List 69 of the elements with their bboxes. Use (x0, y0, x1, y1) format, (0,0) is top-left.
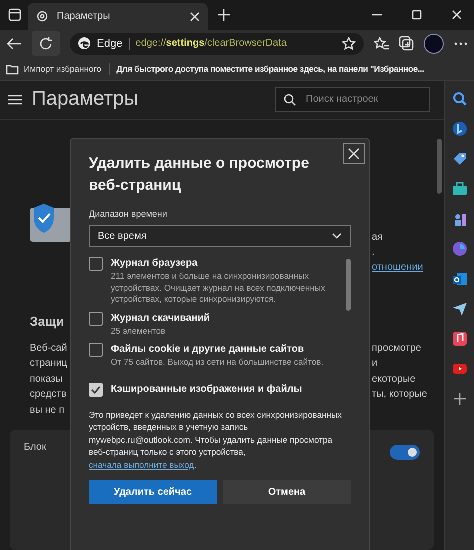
clear-now-button[interactable]: Удалить сейчас (89, 480, 217, 504)
body-text: средств (30, 388, 67, 402)
body-text: . (372, 246, 376, 260)
close-icon[interactable] (190, 12, 200, 22)
dialog-title: Удалить данные о просмотре веб-страниц (89, 154, 310, 196)
item-description: 25 элементов (111, 326, 167, 338)
refresh-button[interactable] (32, 31, 60, 56)
body-text: ты, которые (372, 388, 428, 402)
refresh-icon (39, 36, 53, 50)
profile-avatar[interactable] (424, 34, 444, 54)
toggle-switch[interactable] (390, 445, 420, 460)
mail-icon[interactable] (452, 271, 468, 287)
tag-icon[interactable] (452, 151, 468, 167)
browser-tab[interactable]: Параметры (28, 3, 208, 30)
favorites-icon[interactable] (374, 36, 389, 50)
close-button[interactable] (343, 143, 365, 164)
scrollbar[interactable] (346, 259, 351, 311)
body-text: вы не п (30, 404, 65, 418)
search-icon (284, 94, 296, 106)
checkbox-label: Кэшированные изображения и файлы (111, 382, 302, 397)
import-favorites-link[interactable]: Импорт избранного (24, 64, 102, 74)
favorites-hint: Для быстрого доступа поместите избранное здесь, на панели "Избранное... (116, 64, 424, 74)
body-text: показы (30, 372, 63, 387)
checkbox[interactable] (89, 312, 103, 326)
check-icon (91, 386, 101, 394)
field-label: Диапазон времени (89, 209, 168, 219)
collections-icon[interactable] (399, 36, 414, 51)
address-bar[interactable]: Edge edge://settings/clearBrowserData (70, 32, 364, 54)
chevron-down-icon (332, 233, 342, 239)
checkbox-label: Журнал браузера (111, 257, 199, 271)
add-favorite-icon[interactable] (342, 36, 356, 50)
checkbox-label: Файлы cookie и другие данные сайтов (111, 343, 306, 358)
checkbox[interactable] (89, 343, 103, 358)
time-range-dropdown[interactable]: Все время (89, 225, 351, 247)
more-icon[interactable] (454, 42, 468, 46)
item-description: 211 элементов и больше на синхронизированных устройствах. Очищает журнал на всех подключенных устройствах, которые синхронизируются. (111, 271, 326, 306)
privacy-link[interactable]: отношении (372, 260, 434, 275)
cancel-button[interactable]: Отмена (223, 480, 351, 504)
url-text: edge://settings/clearBrowserData (136, 38, 288, 49)
body-text: страниц (30, 357, 68, 372)
close-icon[interactable] (452, 10, 462, 20)
maximize-icon[interactable] (412, 10, 422, 20)
body-text: ая (372, 230, 384, 245)
search-field[interactable]: Поиск настроек (275, 87, 430, 112)
body-text: Веб-сай (30, 342, 68, 356)
toolbox-icon[interactable] (452, 181, 468, 197)
body-text: и (372, 357, 379, 372)
item-description: От 75 сайтов. Выход из сети на большинстве сайтов. (111, 357, 324, 369)
section-heading: Защи (30, 314, 64, 329)
body-text: екоторые (372, 372, 417, 387)
page-title: Параметры (32, 88, 140, 112)
import-icon[interactable] (6, 62, 19, 74)
close-icon (348, 148, 360, 160)
search-icon[interactable] (452, 91, 468, 107)
plus-icon[interactable] (452, 391, 468, 407)
sync-notice: Это приведет к удалению данных со всех синхронизированных устройств, введенных в учетную запись mywebpc.ru@outlook.com. Чтобы удалить данные просмотра веб-страниц только с этого устройства, сначала выполните выход. (89, 408, 343, 472)
tab-actions-icon[interactable] (8, 8, 22, 22)
sign-out-link[interactable]: сначала выполните выход (89, 460, 194, 470)
checkbox[interactable] (89, 382, 103, 397)
scrollbar[interactable] (437, 139, 442, 194)
back-icon[interactable] (6, 36, 22, 50)
checkbox[interactable] (89, 257, 103, 271)
menu-icon[interactable] (8, 94, 22, 105)
paper-plane-icon[interactable] (452, 301, 468, 317)
card-title: Блок (24, 442, 46, 453)
body-text: просмотре (372, 342, 422, 356)
checkbox-label: Журнал скачиваний (111, 312, 210, 326)
site-label: Edge (97, 38, 123, 50)
play-icon[interactable] (452, 361, 468, 377)
